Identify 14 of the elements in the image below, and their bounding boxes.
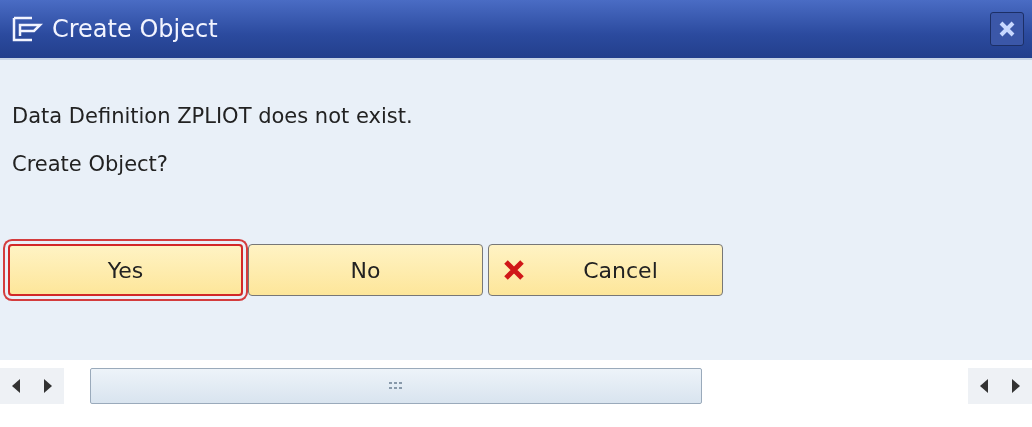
dialog-button[interactable]: No (248, 244, 483, 296)
cancel-button[interactable]: Cancel (488, 244, 723, 296)
scrollbar-thumb[interactable] (90, 368, 702, 404)
message-text: Create Object? (12, 151, 169, 178)
close-button[interactable] (990, 12, 1024, 46)
close-icon (503, 259, 525, 281)
window-title: Create Object (52, 15, 219, 43)
scroll-right-icon[interactable] (32, 368, 64, 404)
close-icon (998, 20, 1016, 38)
message-text: Data Definition ZPLIOT does not exist. (12, 103, 414, 130)
create-icon (12, 16, 44, 42)
scroll-left-icon[interactable] (968, 368, 1000, 404)
scroll-left-icon[interactable] (0, 368, 32, 404)
scroll-right-icon[interactable] (1000, 368, 1032, 404)
